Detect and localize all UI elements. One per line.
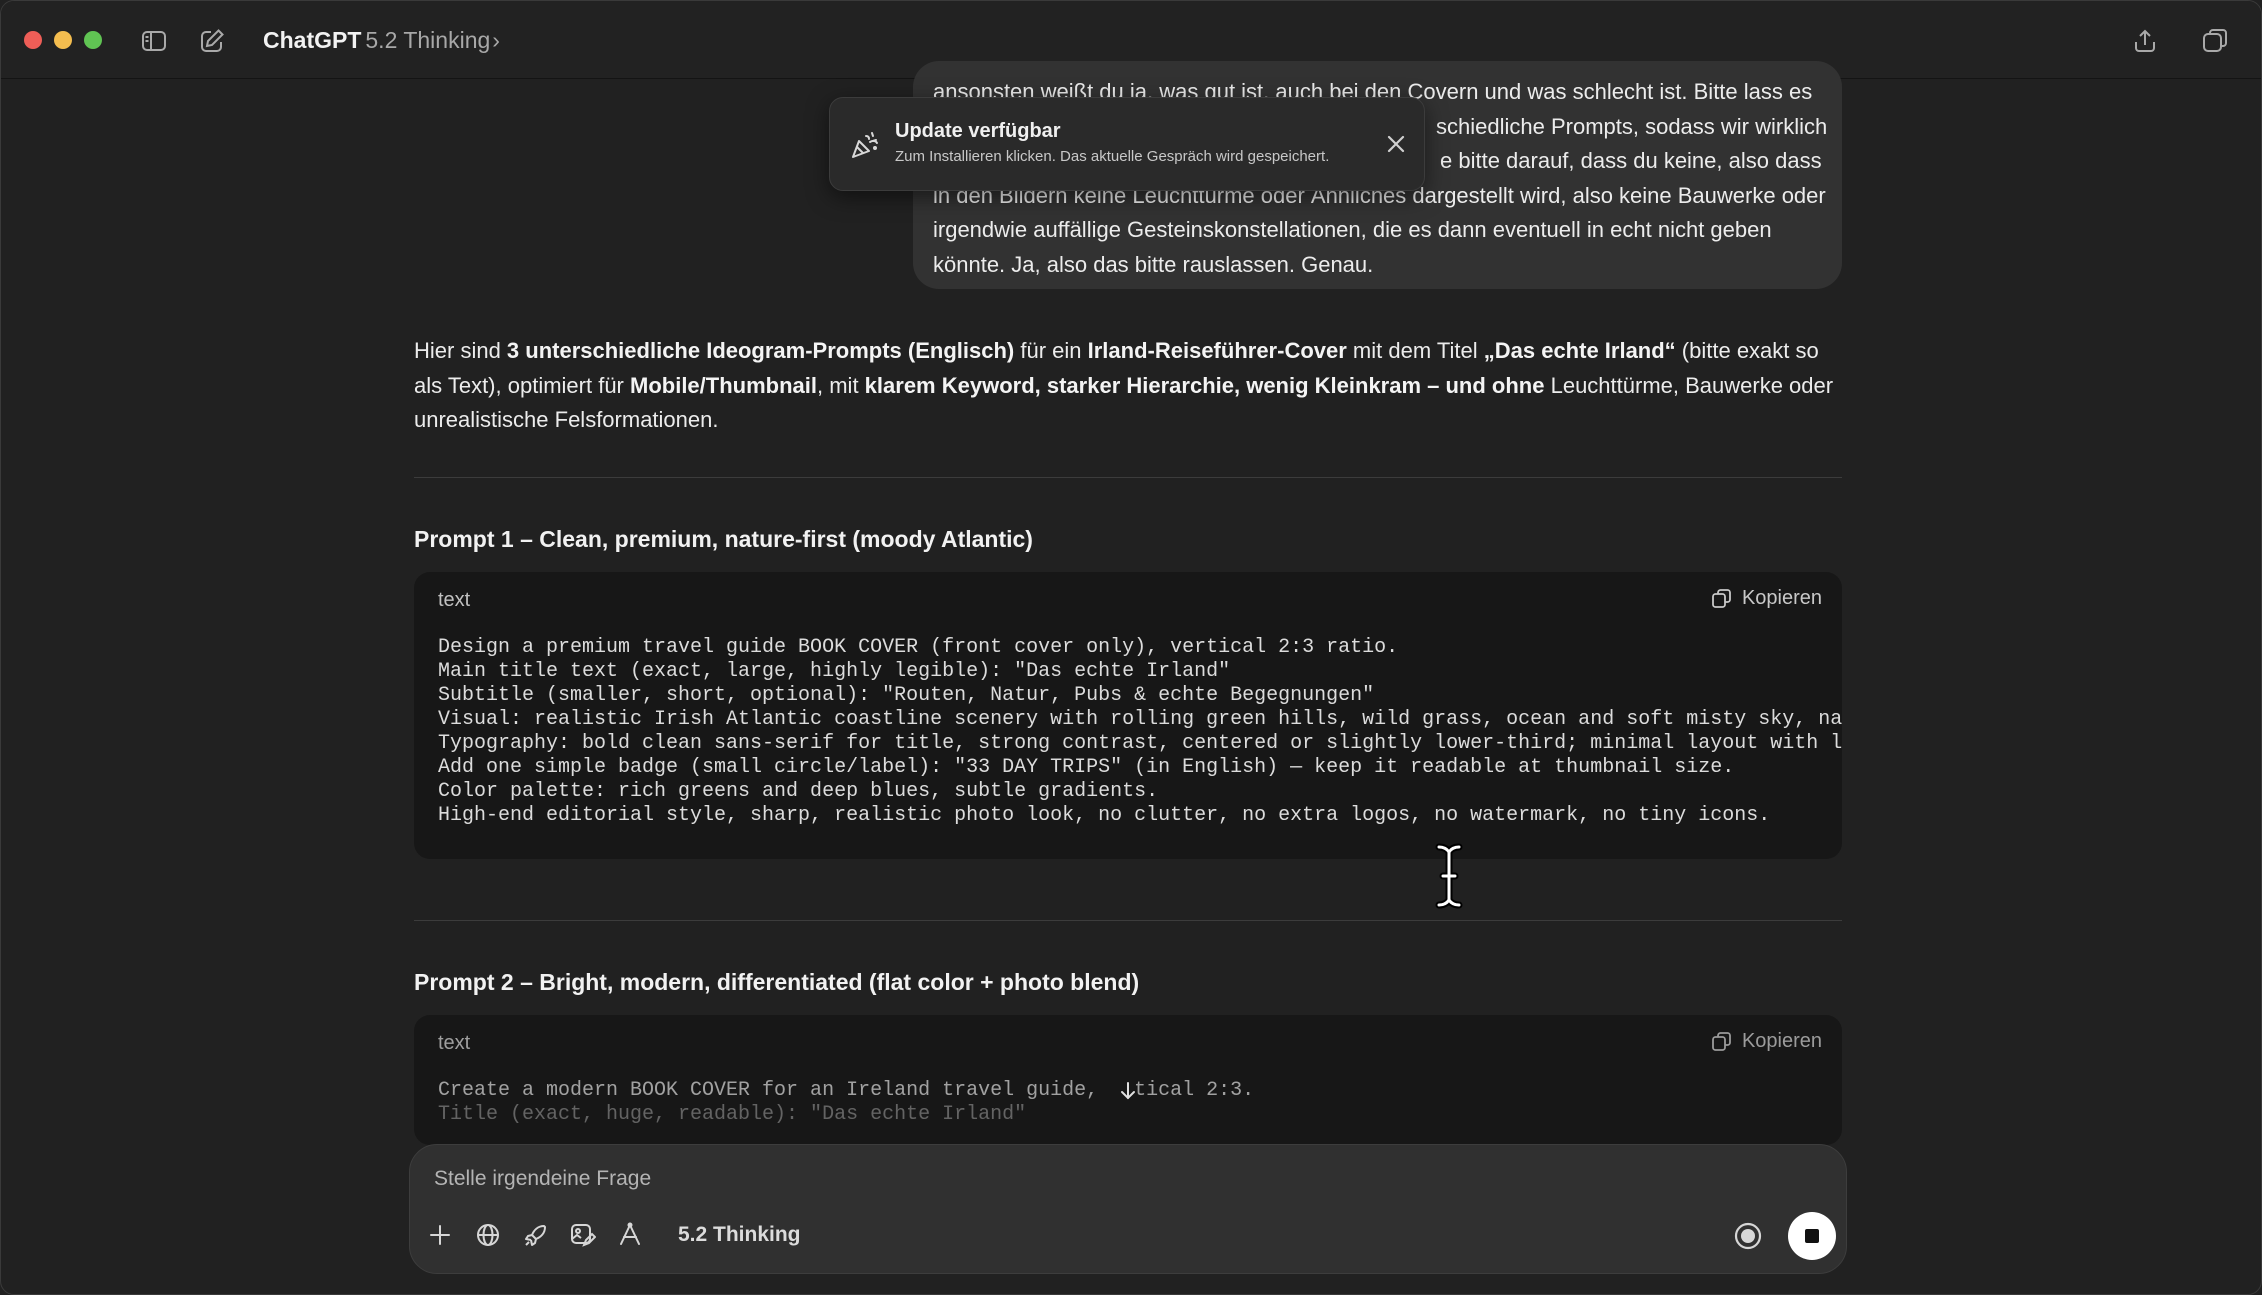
toast-title: Update verfügbar	[895, 120, 1061, 142]
voice-icon[interactable]	[1733, 1221, 1763, 1251]
new-chat-icon[interactable]	[198, 27, 226, 55]
message-composer[interactable]: Stelle irgendeine Frage 5.2 Thinking	[409, 1144, 1847, 1274]
user-message-line: könnte. Ja, also das bitte rauslassen. G…	[933, 251, 1374, 277]
app-title[interactable]: ChatGPT 5.2 Thinking›	[263, 25, 500, 55]
image-edit-icon[interactable]	[568, 1221, 596, 1249]
copy-label: Kopieren	[1741, 1030, 1822, 1052]
toast-subtitle: Zum Installieren klicken. Das aktuelle G…	[895, 148, 1330, 165]
update-toast[interactable]: Update verfügbar Zum Installieren klicke…	[829, 97, 1425, 191]
stop-button[interactable]	[1788, 1212, 1836, 1260]
zoom-window-button[interactable]	[84, 31, 102, 49]
copy-icon	[1712, 1032, 1731, 1051]
tools-icon[interactable]	[616, 1221, 644, 1249]
rocket-icon[interactable]	[522, 1221, 550, 1249]
close-window-button[interactable]	[24, 31, 42, 49]
assistant-intro: Hier sind 3 unterschiedliche Ideogram-Pr…	[414, 334, 1844, 438]
chevron-right-icon: ›	[492, 27, 500, 53]
stop-icon	[1805, 1229, 1819, 1243]
prompt-1-heading: Prompt 1 – Clean, premium, nature-first …	[414, 526, 1033, 552]
window-icon[interactable]	[2201, 27, 2229, 55]
user-message-line: irgendwie auffällige Gesteinskonstellati…	[933, 217, 1772, 243]
copy-icon	[1712, 589, 1731, 608]
copy-button[interactable]: Kopieren	[1711, 587, 1822, 610]
message-input[interactable]: Stelle irgendeine Frage	[434, 1167, 651, 1191]
prompt-1-codeblock[interactable]: text Kopieren Design a premium travel gu…	[414, 572, 1842, 859]
party-popper-icon	[848, 128, 882, 162]
intro-line-1: Hier sind 3 unterschiedliche Ideogram-Pr…	[414, 338, 1819, 363]
globe-icon[interactable]	[474, 1221, 502, 1249]
code-language-label: text	[438, 589, 471, 611]
scroll-down-icon[interactable]	[1115, 1078, 1141, 1104]
intro-line-3: unrealistische Felsformationen.	[414, 407, 719, 433]
plus-icon[interactable]	[426, 1221, 454, 1249]
code-language-label: text	[438, 1032, 471, 1054]
share-icon[interactable]	[2131, 27, 2159, 55]
model-label[interactable]: 5.2 Thinking	[678, 1223, 801, 1247]
copy-button[interactable]: Kopieren	[1711, 1030, 1822, 1053]
minimize-window-button[interactable]	[54, 31, 72, 49]
text-cursor-icon	[1431, 843, 1467, 909]
model-selector[interactable]: 5.2 Thinking	[365, 27, 490, 53]
intro-line-2: als Text), optimiert für Mobile/Thumbnai…	[414, 372, 1834, 398]
copy-label: Kopieren	[1741, 587, 1822, 609]
divider	[414, 920, 1842, 921]
app-window: ChatGPT 5.2 Thinking› ansonsten weißt du …	[0, 0, 2262, 1295]
close-icon[interactable]	[1384, 132, 1408, 156]
prompt-2-heading: Prompt 2 – Bright, modern, differentiate…	[414, 969, 1140, 995]
sidebar-toggle-icon[interactable]	[140, 27, 168, 55]
divider	[414, 477, 1842, 478]
app-name: ChatGPT	[263, 27, 362, 53]
prompt-1-code[interactable]: Design a premium travel guide BOOK COVER…	[438, 636, 1842, 828]
